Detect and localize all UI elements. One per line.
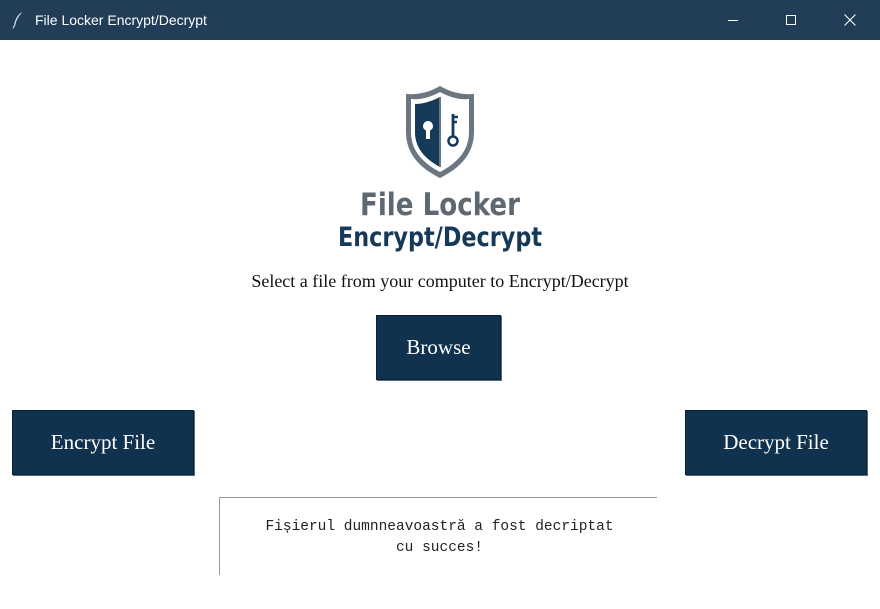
minimize-icon bbox=[728, 20, 738, 21]
logo-title: File Locker bbox=[360, 187, 521, 223]
logo-subtitle: Encrypt/Decrypt bbox=[338, 222, 542, 253]
status-message-line-1: Fișierul dumnneavoastră a fost decriptat bbox=[265, 519, 614, 535]
decrypt-file-button[interactable]: Decrypt File bbox=[685, 410, 867, 475]
encrypt-file-button[interactable]: Encrypt File bbox=[12, 410, 194, 475]
instruction-label: Select a file from your computer to Encr… bbox=[251, 271, 629, 291]
main-content: File Locker Encrypt/Decrypt Select a fil… bbox=[0, 40, 880, 609]
title-bar[interactable]: File Locker Encrypt/Decrypt bbox=[0, 0, 880, 40]
close-button[interactable] bbox=[821, 0, 879, 40]
app-window: File Locker Encrypt/Decrypt File Locker … bbox=[0, 0, 880, 609]
minimize-button[interactable] bbox=[704, 0, 762, 40]
shield-lock-key-icon bbox=[406, 86, 474, 178]
app-logo: File Locker Encrypt/Decrypt bbox=[338, 86, 542, 253]
close-icon bbox=[844, 14, 856, 26]
maximize-button[interactable] bbox=[762, 0, 820, 40]
feather-icon bbox=[12, 12, 23, 29]
status-output-box[interactable]: Fișierul dumnneavoastră a fost decriptat… bbox=[219, 497, 657, 575]
maximize-icon bbox=[786, 15, 796, 25]
browse-button[interactable]: Browse bbox=[376, 315, 501, 380]
status-message-line-2: cu succes! bbox=[395, 540, 483, 556]
window-title: File Locker Encrypt/Decrypt bbox=[35, 12, 207, 28]
